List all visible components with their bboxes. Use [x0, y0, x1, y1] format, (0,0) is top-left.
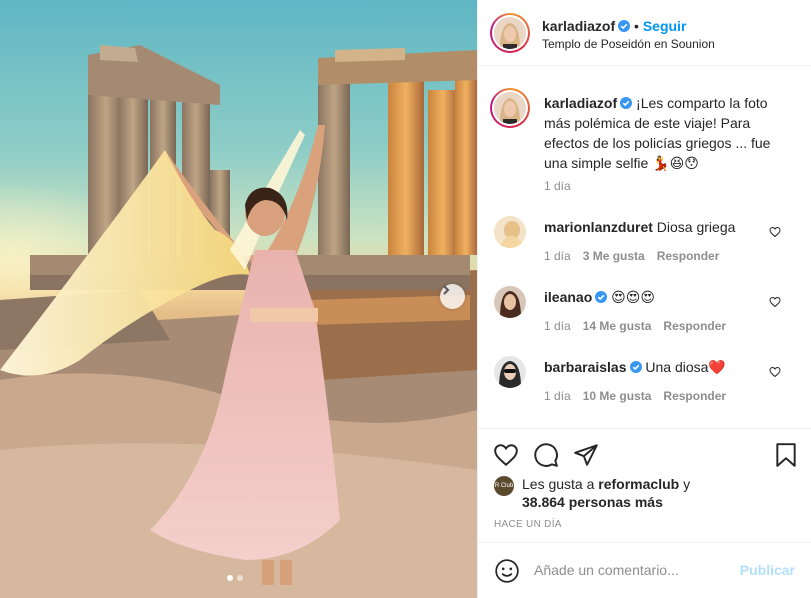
verified-icon: [620, 97, 633, 109]
caption-time[interactable]: 1 día: [544, 179, 571, 193]
commenter-username[interactable]: ileanao: [544, 289, 592, 305]
comment-icon[interactable]: [533, 442, 559, 468]
verified-icon: [629, 361, 642, 373]
post-actions: R Club Les gusta a reformaclub y 38.864 …: [478, 428, 811, 542]
bookmark-icon[interactable]: [773, 442, 799, 468]
likes-summary: R Club Les gusta a reformaclub y 38.864 …: [494, 475, 690, 511]
comment-likes[interactable]: 3 Me gusta: [583, 249, 645, 263]
commenter-avatar[interactable]: [494, 216, 526, 248]
heart-icon[interactable]: [769, 296, 781, 308]
likes-count[interactable]: 38.864 personas más: [522, 494, 663, 510]
caption-text-block: karladiazof ¡Les comparto la foto más po…: [544, 93, 776, 173]
likes-prefix: Les gusta a: [522, 476, 599, 492]
photo-illustration: [0, 45, 477, 598]
likes-middle: y: [679, 476, 691, 492]
comment-time[interactable]: 1 día: [544, 319, 571, 333]
reply-button[interactable]: Responder: [663, 319, 726, 333]
comment-text: Diosa griega: [656, 219, 736, 235]
comment-likes[interactable]: 10 Me gusta: [583, 389, 652, 403]
share-icon[interactable]: [573, 442, 599, 468]
publish-button[interactable]: Publicar: [740, 562, 795, 578]
caption-username[interactable]: karladiazof: [544, 95, 617, 111]
follow-button[interactable]: Seguir: [643, 18, 687, 34]
next-photo-button[interactable]: [440, 284, 465, 309]
emoji-icon[interactable]: [494, 558, 520, 584]
carousel-dot: [237, 575, 243, 581]
header-separator: •: [634, 18, 643, 34]
carousel-indicator: [227, 575, 243, 581]
author-username[interactable]: karladiazof: [542, 18, 615, 34]
caption-meta: 1 día: [544, 179, 571, 193]
commenter-username[interactable]: marionlanzduret: [544, 219, 653, 235]
add-comment-form: Publicar: [478, 542, 811, 598]
commenter-avatar[interactable]: [494, 356, 526, 388]
comment-text: 😍😍😍: [611, 289, 655, 305]
like-heart-icon[interactable]: [493, 442, 519, 468]
comment-time[interactable]: 1 día: [544, 249, 571, 263]
comment-text: Una diosa❤️: [645, 359, 726, 375]
comments-list[interactable]: karladiazof ¡Les comparto la foto más po…: [478, 66, 811, 428]
commenter-username[interactable]: barbaraislas: [544, 359, 627, 375]
post-header: karladiazof • Seguir Templo de Poseidón …: [478, 0, 811, 66]
heart-icon[interactable]: [769, 366, 781, 378]
liker-avatar[interactable]: R Club: [494, 476, 514, 496]
reply-button[interactable]: Responder: [663, 389, 726, 403]
commenter-avatar[interactable]: [494, 286, 526, 318]
likes-text: Les gusta a reformaclub y 38.864 persona…: [522, 475, 690, 511]
heart-icon[interactable]: [769, 226, 781, 238]
carousel-dot-active: [227, 575, 233, 581]
reply-button[interactable]: Responder: [657, 249, 720, 263]
post-timestamp[interactable]: HACE UN DÍA: [494, 519, 562, 530]
chevron-right-icon: [443, 285, 450, 295]
verified-icon: [595, 291, 608, 303]
comment-likes[interactable]: 14 Me gusta: [583, 319, 652, 333]
verified-icon: [618, 20, 631, 32]
post-photo[interactable]: [0, 0, 477, 598]
post-panel: karladiazof • Seguir Templo de Poseidón …: [477, 0, 811, 598]
comment-time[interactable]: 1 día: [544, 389, 571, 403]
liker-username[interactable]: reformaclub: [598, 476, 679, 492]
post-location[interactable]: Templo de Poseidón en Sounion: [542, 37, 715, 52]
comment-input[interactable]: [534, 555, 734, 585]
caption-avatar[interactable]: [490, 88, 530, 128]
author-avatar[interactable]: [490, 13, 530, 53]
